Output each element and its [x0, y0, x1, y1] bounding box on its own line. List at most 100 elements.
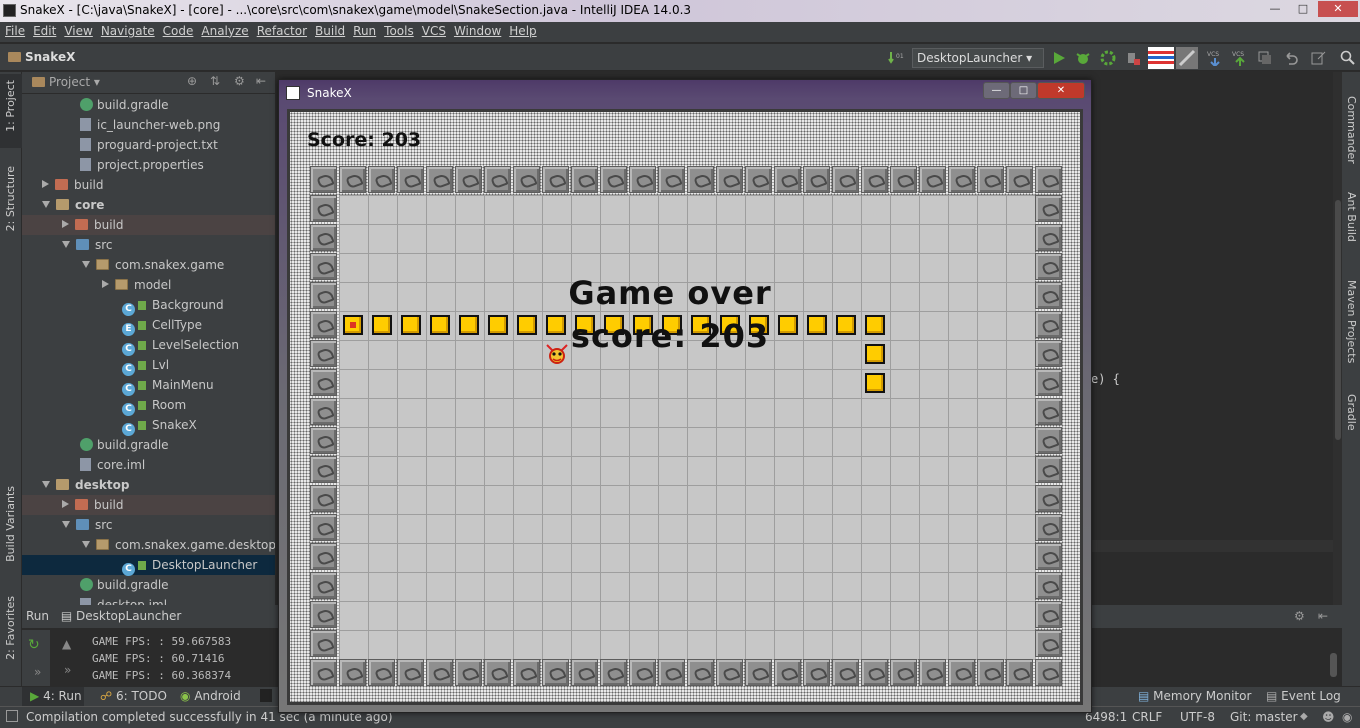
file-encoding[interactable]: UTF-8 — [1180, 710, 1215, 724]
gear-icon[interactable]: ⚙ — [234, 74, 245, 88]
expanded-arrow-icon[interactable] — [42, 201, 50, 208]
tool-favorites[interactable]: 2: Favorites — [4, 596, 17, 660]
search-icon[interactable] — [1340, 50, 1356, 66]
tree-item-src[interactable]: src — [22, 235, 275, 255]
tool-maven[interactable]: Maven Projects — [1345, 280, 1358, 363]
menu-edit[interactable]: Edit — [28, 22, 59, 38]
collapsed-arrow-icon[interactable] — [102, 280, 109, 288]
tab-memory-monitor[interactable]: ▤ Memory Monitor — [1138, 689, 1251, 703]
game-window[interactable]: SnakeX — □ ✕ Score: 203 Game over score:… — [278, 79, 1092, 713]
minimize-button[interactable]: — — [1262, 1, 1288, 17]
scroll-up-icon[interactable]: ▲ — [62, 637, 71, 651]
settings-icon[interactable] — [1310, 50, 1326, 66]
more-icon-2[interactable]: » — [64, 663, 71, 677]
inspector-icon[interactable]: ☻ — [1322, 710, 1335, 724]
tree-item-desktop-iml[interactable]: desktop.iml — [22, 595, 275, 605]
coverage-icon[interactable] — [1100, 50, 1116, 66]
tree-item-build-gradle[interactable]: build.gradle — [22, 95, 275, 115]
tree-item-proguard-project-txt[interactable]: proguard-project.txt — [22, 135, 275, 155]
collapsed-arrow-icon[interactable] — [62, 500, 69, 508]
tree-item-com-snakex-game[interactable]: com.snakex.game — [22, 255, 275, 275]
terminal-icon[interactable] — [260, 689, 272, 702]
locate-icon[interactable]: ⊕ — [187, 74, 197, 88]
game-minimize-button[interactable]: — — [983, 82, 1010, 99]
tool-project[interactable]: 1: Project — [4, 80, 17, 132]
game-maximize-button[interactable]: □ — [1010, 82, 1037, 99]
tree-item-build-gradle[interactable]: build.gradle — [22, 435, 275, 455]
avd-manager-icon[interactable] — [1176, 47, 1198, 69]
menu-help[interactable]: Help — [504, 22, 539, 38]
collapsed-arrow-icon[interactable] — [42, 180, 49, 188]
vcs-update-icon[interactable]: VCS — [1207, 50, 1223, 66]
sdk-manager-icon[interactable] — [1148, 47, 1174, 69]
tool-ant-build[interactable]: Ant Build — [1345, 192, 1358, 242]
menu-window[interactable]: Window — [449, 22, 504, 38]
tree-item-desktop[interactable]: desktop — [22, 475, 275, 495]
expanded-arrow-icon[interactable] — [62, 241, 70, 248]
tree-item-model[interactable]: model — [22, 275, 275, 295]
menu-navigate[interactable]: Navigate — [96, 22, 158, 38]
tree-item-lvl[interactable]: C Lvl — [22, 355, 275, 376]
tab-android[interactable]: ◉ Android — [180, 689, 241, 703]
menu-file[interactable]: File — [0, 22, 28, 38]
tab-todo[interactable]: ☍ 6: TODO — [100, 689, 167, 703]
panel-toggle-icon[interactable] — [6, 710, 18, 722]
debug-icon[interactable] — [1075, 50, 1091, 66]
game-canvas[interactable]: Score: 203 Game over score: 203 — [287, 109, 1083, 705]
tree-item-src[interactable]: src — [22, 515, 275, 535]
git-branch[interactable]: Git: master — [1230, 710, 1298, 724]
menu-vcs[interactable]: VCS — [417, 22, 449, 38]
console-scrollbar[interactable] — [1330, 653, 1337, 677]
tree-item-ic-launcher-web-png[interactable]: ic_launcher-web.png — [22, 115, 275, 135]
more-icon[interactable]: » — [34, 665, 41, 679]
menu-tools[interactable]: Tools — [379, 22, 417, 38]
tree-item-room[interactable]: C Room — [22, 395, 275, 416]
hide-panel-icon[interactable]: ⇤ — [1318, 609, 1328, 623]
gear-icon[interactable]: ⚙ — [1294, 609, 1305, 623]
tab-run[interactable]: ▶ 4: Run — [30, 689, 82, 703]
make-icon[interactable]: 01 — [888, 50, 904, 66]
maximize-button[interactable]: □ — [1290, 1, 1316, 17]
tool-structure[interactable]: 2: Structure — [4, 166, 17, 231]
tree-item-build[interactable]: build — [22, 175, 275, 195]
tree-item-com-snakex-game-desktop[interactable]: com.snakex.game.desktop — [22, 535, 275, 555]
run-config-select[interactable]: DesktopLauncher ▾ — [912, 48, 1044, 68]
rerun-icon[interactable]: ↻ — [28, 637, 40, 653]
stop-icon[interactable] — [1125, 50, 1141, 66]
tree-item-build-gradle[interactable]: build.gradle — [22, 575, 275, 595]
line-separator[interactable]: CRLF — [1132, 710, 1162, 724]
tool-build-variants[interactable]: Build Variants — [4, 486, 17, 562]
tree-item-background[interactable]: C Background — [22, 295, 275, 316]
collapsed-arrow-icon[interactable] — [62, 220, 69, 228]
tool-commander[interactable]: Commander — [1345, 96, 1358, 164]
project-breadcrumb[interactable]: SnakeX — [8, 50, 75, 64]
run-icon[interactable] — [1051, 50, 1067, 66]
tree-item-core-iml[interactable]: core.iml — [22, 455, 275, 475]
lock-icon[interactable]: ◆ — [1300, 711, 1308, 722]
hide-panel-icon[interactable]: ⇤ — [256, 74, 266, 88]
tree-item-build[interactable]: build — [22, 495, 275, 515]
expanded-arrow-icon[interactable] — [82, 261, 90, 268]
tab-event-log[interactable]: ▤ Event Log — [1266, 689, 1341, 703]
tree-item-project-properties[interactable]: project.properties — [22, 155, 275, 175]
menu-run[interactable]: Run — [348, 22, 379, 38]
tool-gradle[interactable]: Gradle — [1345, 394, 1358, 431]
history-icon[interactable] — [1257, 50, 1273, 66]
vcs-commit-icon[interactable]: VCS — [1232, 50, 1248, 66]
expanded-arrow-icon[interactable] — [82, 541, 90, 548]
menu-refactor[interactable]: Refactor — [252, 22, 310, 38]
tree-item-build[interactable]: build — [22, 215, 275, 235]
menu-view[interactable]: View — [59, 22, 95, 38]
tree-item-core[interactable]: core — [22, 195, 275, 215]
expanded-arrow-icon[interactable] — [62, 521, 70, 528]
event-icon[interactable]: ◉ — [1342, 710, 1352, 724]
game-close-button[interactable]: ✕ — [1037, 82, 1085, 99]
tree-item-desktoplauncher[interactable]: C DesktopLauncher — [22, 555, 275, 576]
editor-scrollbar[interactable] — [1335, 200, 1341, 440]
expanded-arrow-icon[interactable] — [42, 481, 50, 488]
tree-item-mainmenu[interactable]: C MainMenu — [22, 375, 275, 396]
menu-build[interactable]: Build — [310, 22, 348, 38]
tree-item-celltype[interactable]: E CellType — [22, 315, 275, 336]
close-button[interactable]: ✕ — [1318, 1, 1358, 17]
menu-analyze[interactable]: Analyze — [196, 22, 251, 38]
